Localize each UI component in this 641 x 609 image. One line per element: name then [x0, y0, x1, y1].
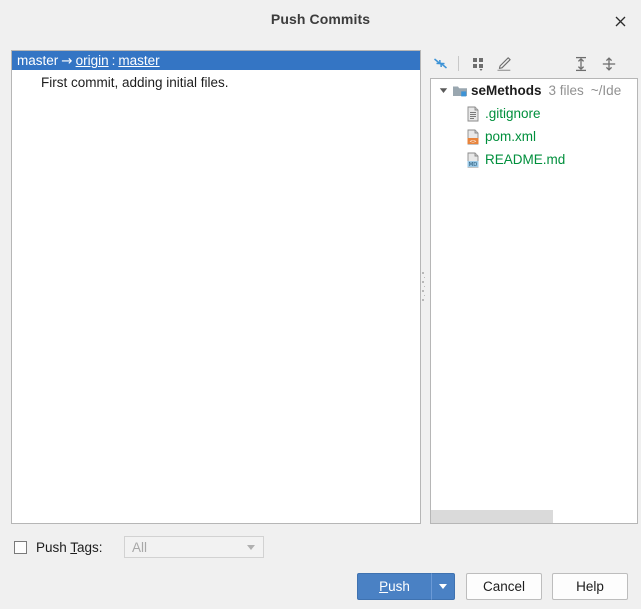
title-bar: Push Commits: [0, 0, 641, 40]
remote-link[interactable]: origin: [76, 53, 109, 68]
xml-file-icon: <>: [464, 125, 482, 148]
tree-file-name: README.md: [485, 152, 566, 167]
chevron-down-icon[interactable]: [436, 79, 451, 102]
chevron-down-icon[interactable]: [247, 545, 255, 550]
cancel-button[interactable]: Cancel: [466, 573, 542, 600]
commits-list[interactable]: master → origin : master First commit, a…: [11, 50, 421, 524]
scrollbar-thumb[interactable]: [431, 510, 553, 523]
branch-push-spec-row[interactable]: master → origin : master: [12, 51, 420, 70]
close-icon[interactable]: [607, 8, 633, 34]
push-button[interactable]: Push: [357, 573, 431, 600]
pencil-glyph: [497, 56, 511, 71]
remote-branch-link[interactable]: master: [118, 53, 159, 68]
panel-splitter[interactable]: [420, 50, 428, 522]
tree-rows: seMethods 3 files ~/Ide .gitignore <> po…: [431, 79, 637, 171]
collapse-all-glyph: [434, 58, 447, 69]
push-button-suffix: ush: [388, 579, 410, 594]
local-branch-label: master: [17, 53, 59, 68]
push-dropdown-button[interactable]: [431, 573, 455, 600]
push-tags-label-suffix: ags:: [77, 539, 103, 555]
markdown-file-glyph: MD: [467, 152, 479, 167]
tree-file-name: pom.xml: [485, 129, 537, 144]
split-glyph: [602, 56, 615, 71]
branch-separator: :: [111, 53, 116, 68]
tree-horizontal-scrollbar[interactable]: [431, 510, 637, 523]
push-tags-row: Push Tags:: [14, 535, 103, 559]
tree-node-root[interactable]: seMethods 3 files ~/Ide: [431, 79, 637, 102]
group-by-glyph: [473, 58, 483, 71]
expand-all-glyph: [575, 56, 586, 71]
commit-message: First commit, adding initial files.: [41, 74, 229, 90]
module-folder-icon: [451, 79, 469, 102]
arrow-right-icon: →: [61, 52, 73, 69]
svg-text:MD: MD: [469, 161, 477, 167]
split-icon[interactable]: [598, 53, 619, 74]
push-tags-checkbox[interactable]: [14, 540, 27, 554]
tree-root-file-count: 3 files: [548, 83, 584, 98]
tree-node-gitignore[interactable]: .gitignore: [431, 102, 637, 125]
splitter-grip-icon: [422, 272, 425, 301]
xml-file-glyph: <>: [467, 129, 479, 144]
toolbar-separator: [458, 56, 459, 71]
help-button[interactable]: Help: [552, 573, 628, 600]
text-file-glyph: [467, 106, 479, 121]
push-tags-select-value: All: [132, 539, 148, 555]
push-tags-label-prefix: Push: [36, 539, 71, 555]
close-glyph: [615, 16, 625, 26]
tree-node-readme-md[interactable]: MD README.md: [431, 148, 637, 171]
file-tree-toolbar: [430, 50, 636, 76]
text-file-icon: [464, 102, 482, 125]
group-by-icon[interactable]: [468, 53, 489, 74]
commit-list-item[interactable]: First commit, adding initial files.: [12, 71, 420, 93]
svg-text:<>: <>: [470, 138, 477, 144]
chevron-down-icon: [439, 584, 447, 589]
tree-file-name: .gitignore: [485, 106, 541, 121]
tree-root-name: seMethods: [471, 83, 542, 98]
collapse-all-icon[interactable]: [430, 53, 451, 74]
page-title: Push Commits: [270, 11, 371, 27]
twisty-glyph: [439, 88, 448, 93]
push-tags-select[interactable]: All: [124, 536, 264, 558]
expand-all-icon[interactable]: [570, 53, 591, 74]
edit-source-icon[interactable]: [493, 53, 514, 74]
markdown-file-icon: MD: [464, 148, 482, 171]
push-tags-label: Push Tags:: [36, 540, 103, 555]
push-button-mnemonic: P: [379, 579, 389, 594]
module-folder-glyph: [453, 86, 467, 96]
tree-root-path: ~/Ide: [590, 83, 622, 98]
tree-node-pom-xml[interactable]: <> pom.xml: [431, 125, 637, 148]
changed-files-tree[interactable]: seMethods 3 files ~/Ide .gitignore <> po…: [430, 78, 638, 524]
